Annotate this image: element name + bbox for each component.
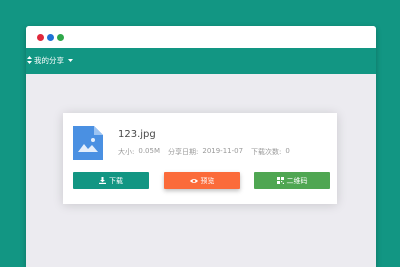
qrcode-button[interactable]: 二维码 xyxy=(254,172,330,189)
download-button-label: 下载 xyxy=(109,176,123,185)
caret-down-icon xyxy=(68,58,73,64)
minimize-window-dot[interactable] xyxy=(47,34,54,41)
preview-button[interactable]: 预览 xyxy=(164,172,240,189)
preview-button-label: 预览 xyxy=(200,176,215,185)
file-meta: 大小: 0.05M 分享日期: 2019-11-07 下载次数: 0 xyxy=(118,147,290,157)
qrcode-icon xyxy=(276,177,284,184)
close-window-dot[interactable] xyxy=(37,34,44,41)
shared-file-card: 123.jpg 大小: 0.05M 分享日期: 2019-11-07 下载次数:… xyxy=(63,113,337,204)
image-file-icon xyxy=(73,126,103,160)
top-navbar: 我的分享 xyxy=(26,48,376,74)
file-name: 123.jpg xyxy=(118,129,156,140)
download-count-label: 下载次数: xyxy=(251,148,282,156)
eye-icon xyxy=(189,178,198,184)
window-titlebar xyxy=(26,26,376,48)
file-size-label: 大小: xyxy=(118,148,135,156)
my-share-menu-label: 我的分享 xyxy=(34,56,64,65)
maximize-window-dot[interactable] xyxy=(57,34,64,41)
file-size-value: 0.05M xyxy=(138,147,160,155)
my-share-menu[interactable]: 我的分享 xyxy=(27,55,73,66)
qrcode-button-label: 二维码 xyxy=(286,176,308,185)
browser-window: 我的分享 123.jpg 大小: 0.05M 分享日期: 2019-11-07 … xyxy=(26,26,376,267)
download-button[interactable]: 下载 xyxy=(73,172,149,189)
sort-icon xyxy=(27,55,32,66)
share-date-value: 2019-11-07 xyxy=(202,147,244,155)
share-date-label: 分享日期: xyxy=(168,148,199,156)
download-icon xyxy=(99,177,106,184)
main-content: 123.jpg 大小: 0.05M 分享日期: 2019-11-07 下载次数:… xyxy=(26,74,376,267)
download-count-value: 0 xyxy=(285,147,290,155)
